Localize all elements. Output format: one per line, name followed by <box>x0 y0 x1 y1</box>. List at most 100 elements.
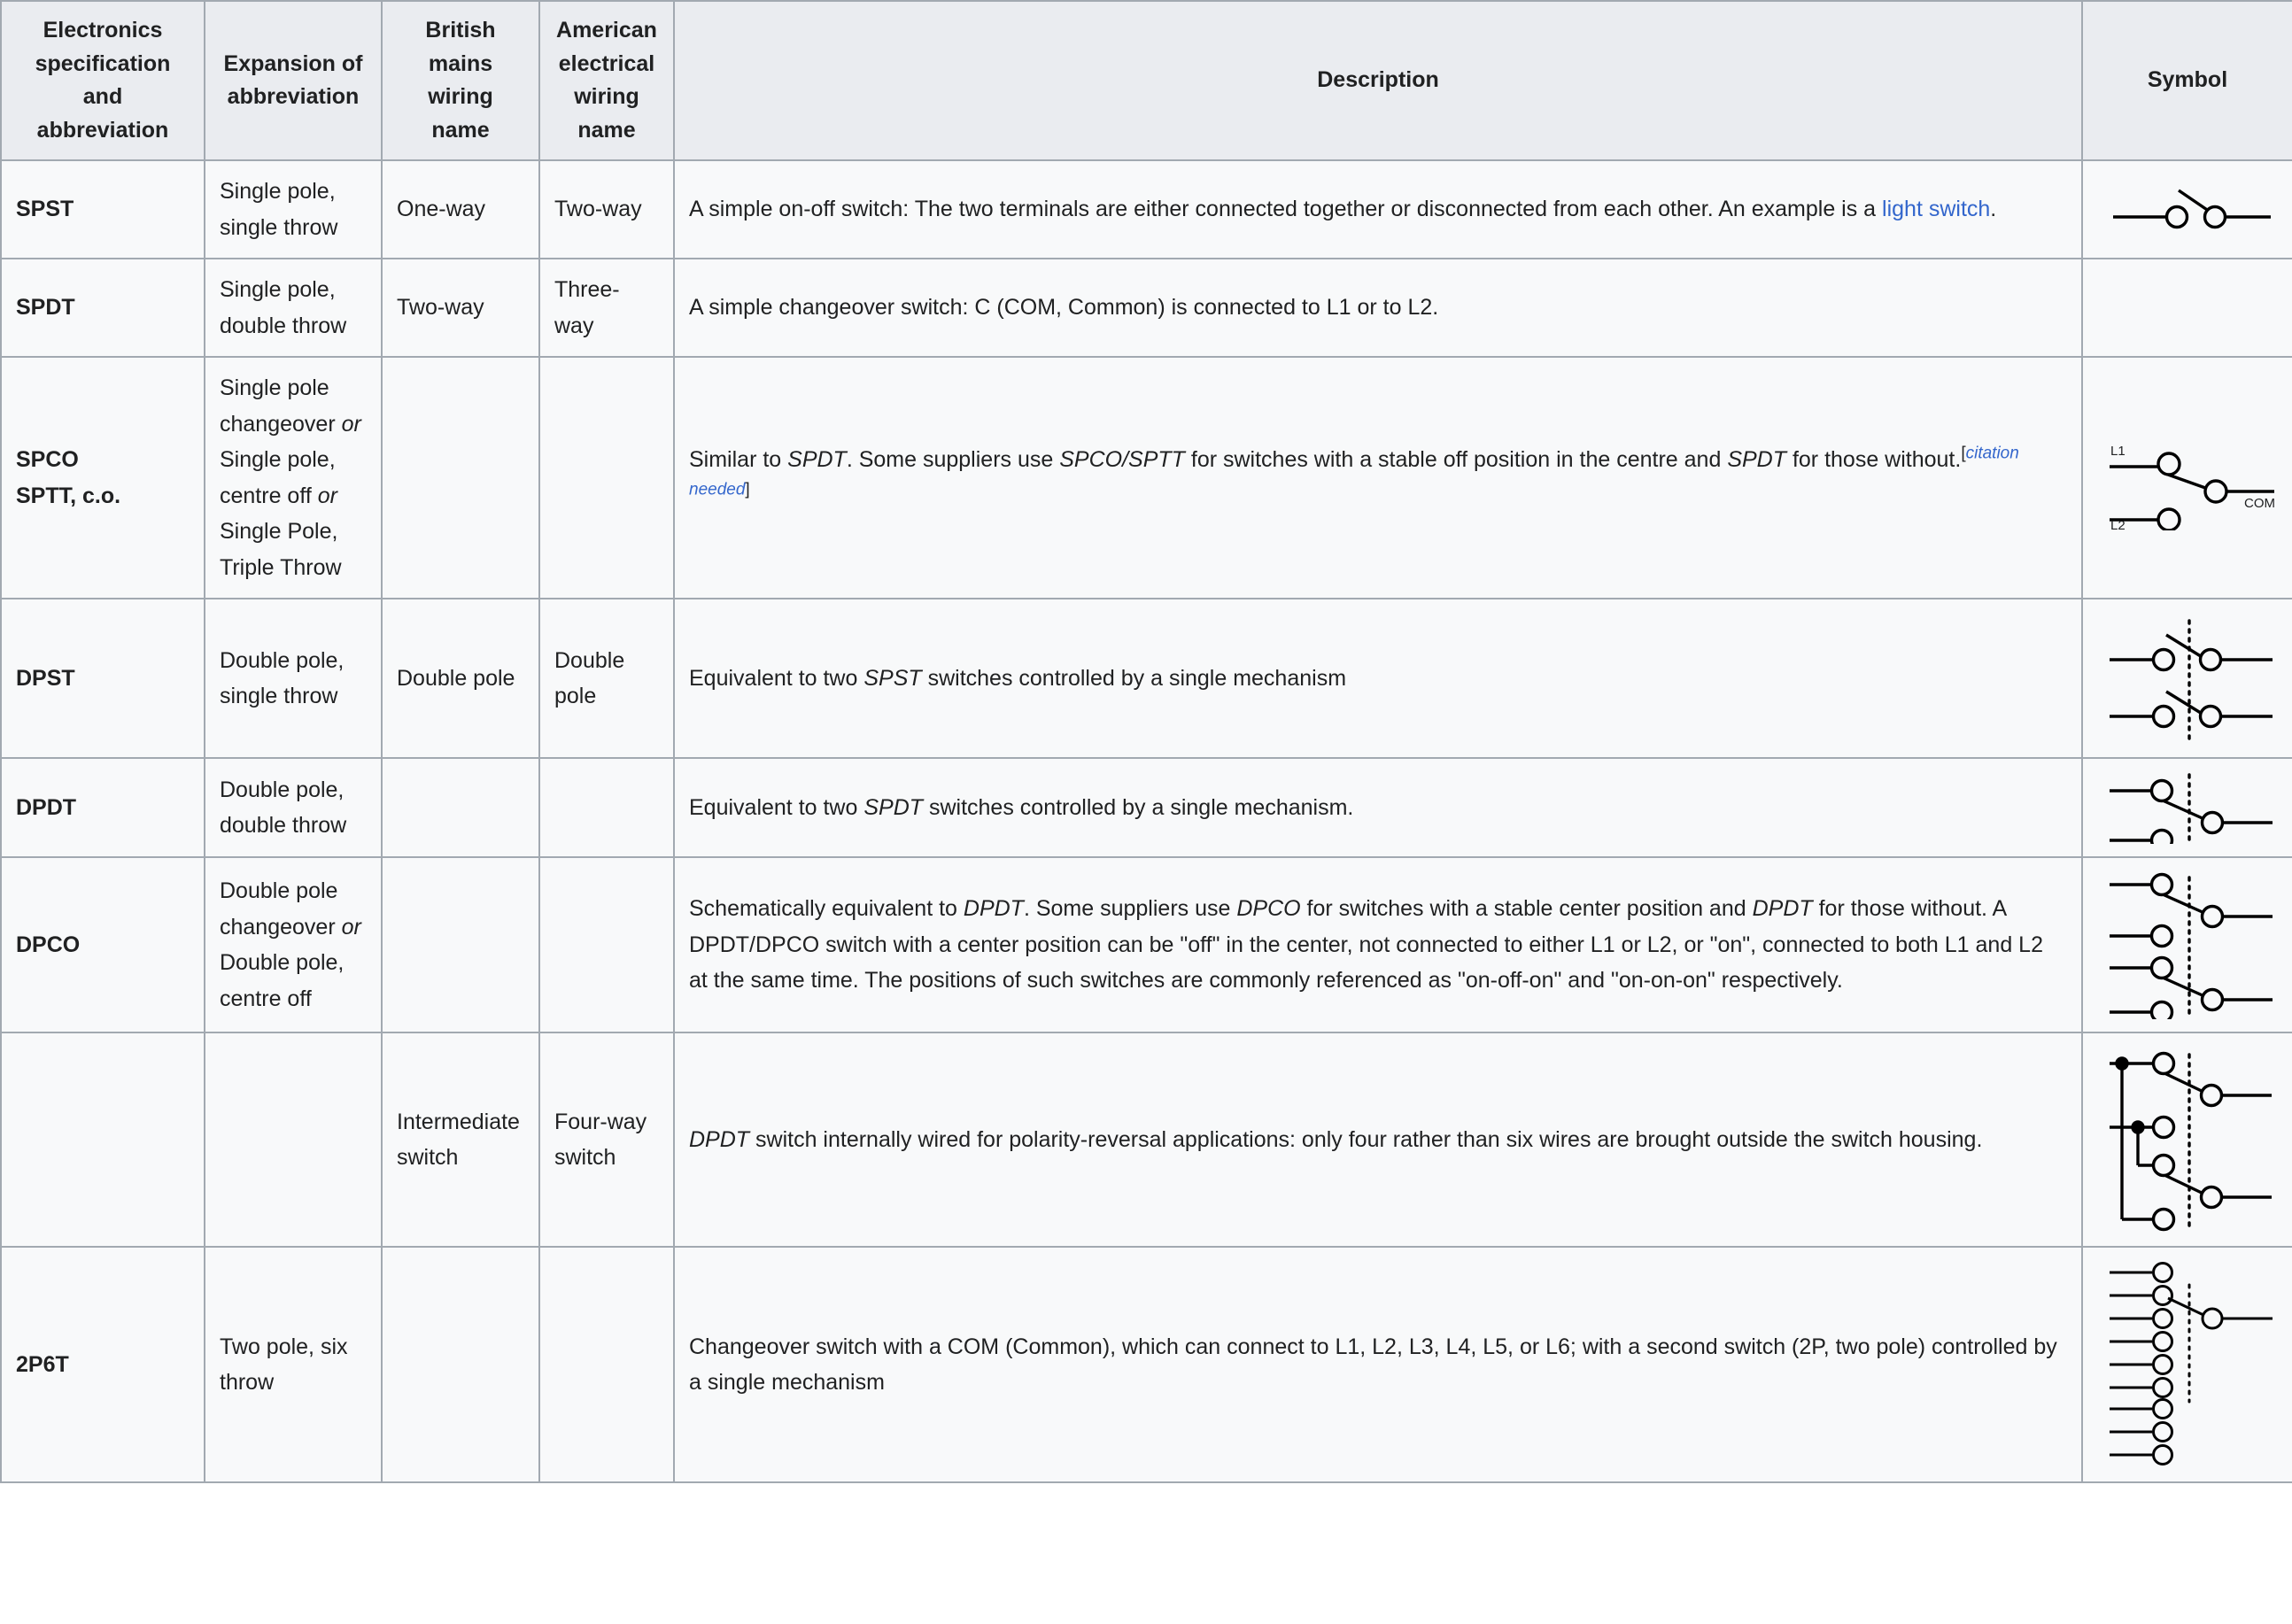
expansion-part-3: Single Pole, Triple Throw <box>220 519 342 580</box>
table-row: DPCO Double pole changeover or Double po… <box>0 856 2292 1033</box>
table-row: DPST Double pole, single throw Double po… <box>0 598 2292 759</box>
cell-abbreviation <box>0 1032 205 1248</box>
description-italic: SPDT <box>863 794 924 820</box>
symbol-label-l2: L2 <box>2110 518 2126 530</box>
table-row: SPCO SPTT, c.o. Single pole changeover o… <box>0 356 2292 599</box>
column-header-american-name: American electrical wiring name <box>538 0 675 161</box>
table-row: DPDT Double pole, double throw Equivalen… <box>0 757 2292 858</box>
light-switch-link[interactable]: light switch <box>1882 197 1990 221</box>
cell-british-name <box>381 356 540 599</box>
cell-abbreviation: DPDT <box>0 757 205 858</box>
cell-expansion: Single pole, single throw <box>204 159 383 259</box>
cell-symbol-spco: L1 L2 COM <box>2081 356 2292 599</box>
table-header-row: Electronics specification and abbreviati… <box>0 0 2292 161</box>
column-header-symbol: Symbol <box>2081 0 2292 161</box>
cell-expansion: Double pole, double throw <box>204 757 383 858</box>
cell-description: DPDT switch internally wired for polarit… <box>673 1032 2083 1248</box>
description-text: switch internally wired for polarity-rev… <box>749 1126 1983 1152</box>
description-text: Equivalent to two <box>689 665 864 691</box>
abbreviation-line-2: SPTT, c.o. <box>16 483 121 508</box>
description-text: Equivalent to two <box>689 794 864 820</box>
cell-american-name <box>538 757 675 858</box>
description-text-end: . <box>1990 197 1997 222</box>
table-row: SPST Single pole, single throw One-way T… <box>0 159 2292 259</box>
cell-abbreviation: DPST <box>0 598 205 759</box>
expansion-part-1: Double pole changeover <box>220 878 342 940</box>
cell-abbreviation: DPCO <box>0 856 205 1033</box>
symbol-label-com: COM <box>2244 496 2275 511</box>
description-italic: SPDT <box>787 447 847 472</box>
cell-british-name: One-way <box>381 159 540 259</box>
description-text: . Some suppliers use <box>846 447 1060 472</box>
column-header-british-name: British mains wiring name <box>381 0 540 161</box>
expansion-or-1: or <box>341 914 361 940</box>
cell-american-name <box>538 856 675 1033</box>
expansion-or-1: or <box>341 411 361 437</box>
cell-symbol-dpst <box>2081 598 2292 759</box>
cell-expansion: Double pole changeover or Double pole, c… <box>204 856 383 1033</box>
cell-symbol-empty <box>2081 258 2292 358</box>
cell-expansion <box>204 1032 383 1248</box>
cell-american-name: Four-way switch <box>538 1032 675 1248</box>
column-header-abbreviation: Electronics specification and abbreviati… <box>0 0 205 161</box>
cell-symbol-spst <box>2081 159 2292 259</box>
description-text: A simple on-off switch: The two terminal… <box>689 197 1883 222</box>
cell-expansion: Single pole changeover or Single pole, c… <box>204 356 383 599</box>
cell-abbreviation: 2P6T <box>0 1246 205 1483</box>
cell-abbreviation: SPST <box>0 159 205 259</box>
switch-types-table: Electronics specification and abbreviati… <box>0 0 2292 1483</box>
cell-description: Changeover switch with a COM (Common), w… <box>673 1246 2083 1483</box>
description-italic: SPCO/SPTT <box>1059 447 1185 472</box>
expansion-part-2: Double pole, centre off <box>220 950 345 1011</box>
abbreviation-line-1: SPCO <box>16 447 79 472</box>
cell-british-name: Double pole <box>381 598 540 759</box>
cell-symbol-dpco <box>2081 856 2292 1033</box>
spst-symbol-icon <box>2113 189 2271 228</box>
cell-british-name <box>381 1246 540 1483</box>
description-italic: DPDT <box>689 1126 750 1152</box>
cell-american-name <box>538 356 675 599</box>
dpst-symbol-icon <box>2110 619 2273 743</box>
description-italic: DPCO <box>1236 896 1301 922</box>
column-header-description: Description <box>673 0 2083 161</box>
intermediate-symbol-icon <box>2110 1051 2272 1232</box>
dpco-symbol-icon <box>2110 872 2273 1019</box>
table-row: 2P6T Two pole, six throw Changeover swit… <box>0 1246 2292 1483</box>
cell-british-name: Intermediate switch <box>381 1032 540 1248</box>
cell-british-name: Two-way <box>381 258 540 358</box>
cell-symbol-dpdt <box>2081 757 2292 858</box>
cell-description: Equivalent to two SPST switches controll… <box>673 598 2083 759</box>
description-text: switches controlled by a single mechanis… <box>923 794 1354 820</box>
description-italic: DPDT <box>1752 896 1813 922</box>
description-text: switches controlled by a single mechanis… <box>921 665 1347 691</box>
cell-american-name: Three-way <box>538 258 675 358</box>
table-row: Intermediate switch Four-way switch DPDT… <box>0 1032 2292 1248</box>
description-italic: DPDT <box>963 896 1024 922</box>
cell-expansion: Double pole, single throw <box>204 598 383 759</box>
description-text: for switches with a stable off position … <box>1184 447 1728 472</box>
cell-symbol-2p6t <box>2081 1246 2292 1483</box>
cell-expansion: Two pole, six throw <box>204 1246 383 1483</box>
cell-abbreviation: SPCO SPTT, c.o. <box>0 356 205 599</box>
cell-description: A simple on-off switch: The two terminal… <box>673 159 2083 259</box>
cell-american-name <box>538 1246 675 1483</box>
cell-description: Equivalent to two SPDT switches controll… <box>673 757 2083 858</box>
description-text: for switches with a stable center positi… <box>1300 896 1753 922</box>
symbol-label-l1: L1 <box>2110 444 2126 459</box>
cell-description: A simple changeover switch: C (COM, Comm… <box>673 258 2083 358</box>
cell-american-name: Two-way <box>538 159 675 259</box>
dpdt-symbol-icon <box>2110 773 2273 844</box>
expansion-or-2: or <box>317 483 337 508</box>
description-italic: SPST <box>863 665 922 691</box>
cell-description: Similar to SPDT. Some suppliers use SPCO… <box>673 356 2083 599</box>
cell-abbreviation: SPDT <box>0 258 205 358</box>
2p6t-symbol-icon <box>2110 1262 2273 1465</box>
description-text: for those without. <box>1786 447 1962 472</box>
description-text: . Some suppliers use <box>1023 896 1237 922</box>
description-text: Schematically equivalent to <box>689 896 964 922</box>
description-italic: SPDT <box>1727 447 1786 472</box>
cell-symbol-intermediate <box>2081 1032 2292 1248</box>
table-row: SPDT Single pole, double throw Two-way T… <box>0 258 2292 358</box>
description-text: Similar to <box>689 447 788 472</box>
cell-description: Schematically equivalent to DPDT. Some s… <box>673 856 2083 1033</box>
